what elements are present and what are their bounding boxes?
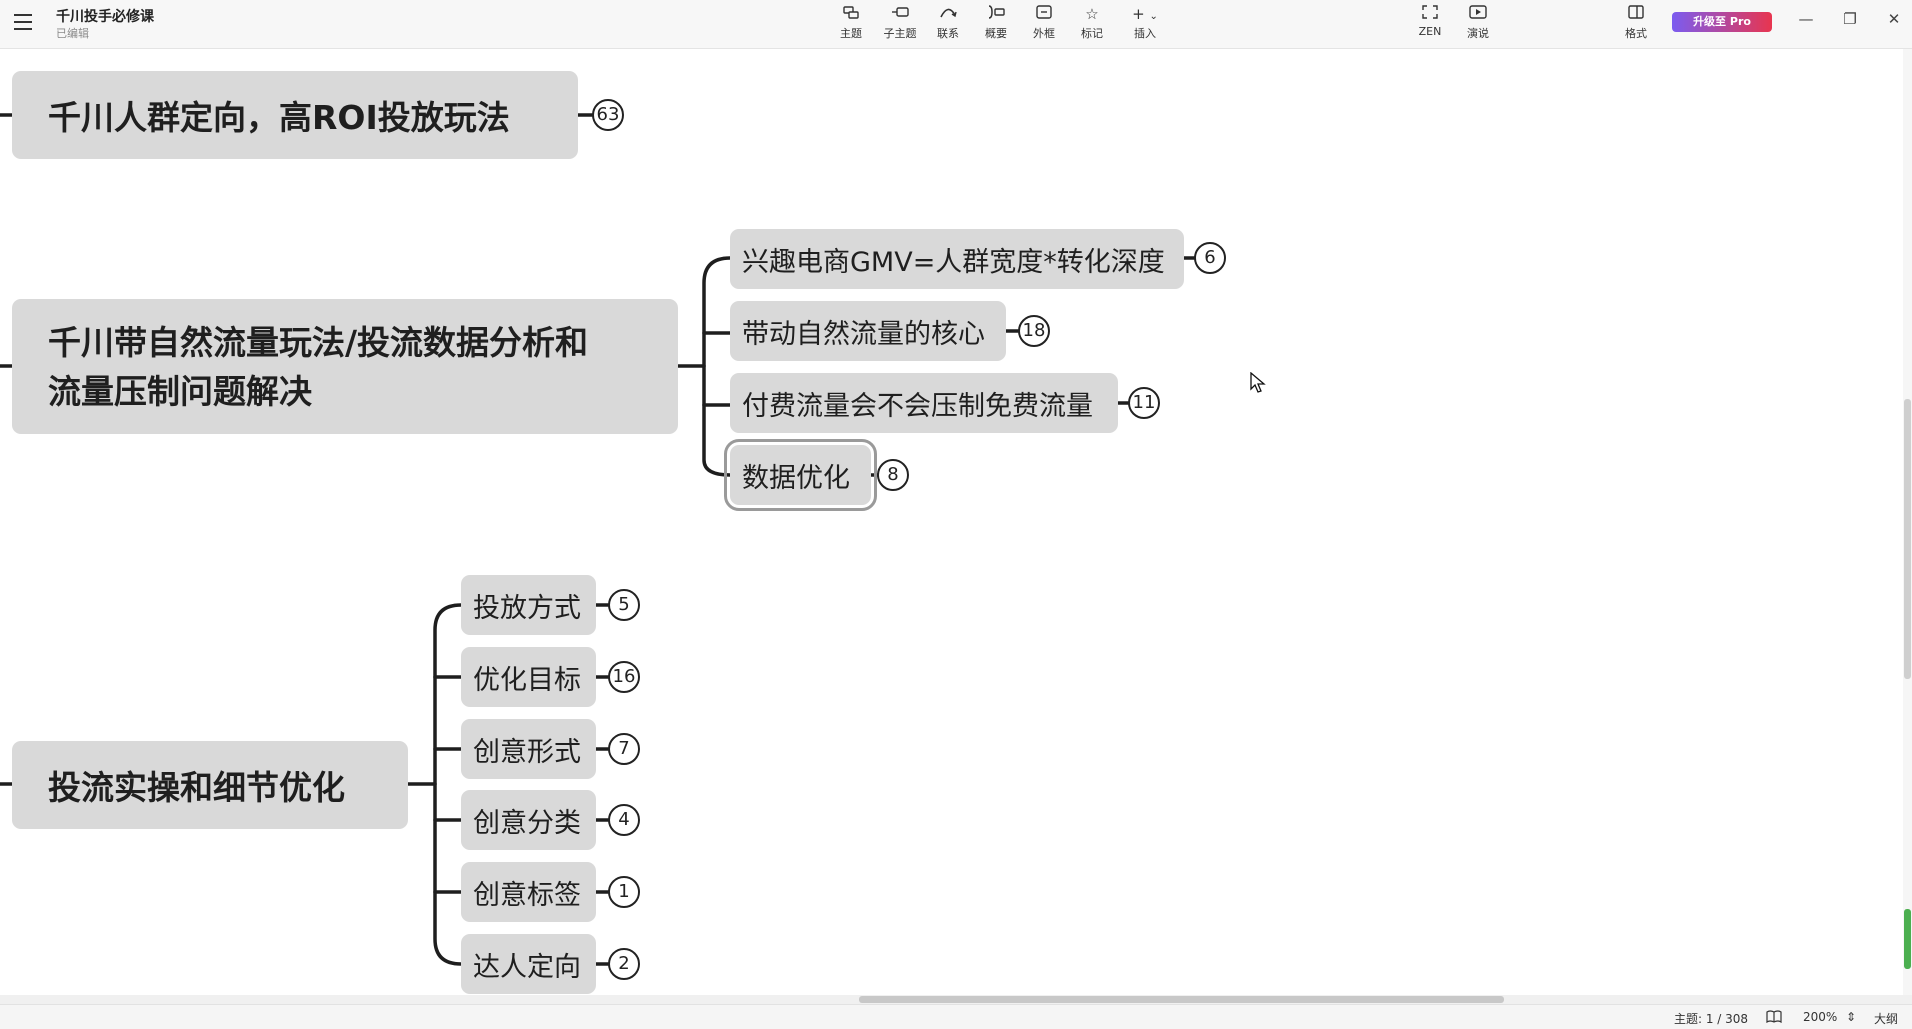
subtopic-label: 带动自然流量的核心 [742,318,985,350]
toolbar-subtopic-button[interactable]: 子主题 [878,5,922,41]
topic-label: 千川人群定向，高ROI投放玩法 [48,98,510,137]
toolbar-label: 子主题 [883,27,917,40]
present-button[interactable]: 演说 [1456,5,1500,41]
subtopic-label: 达人定向 [473,951,581,983]
toolbar-topic-button[interactable]: 主题 [829,5,873,41]
zen-mode-button[interactable]: ZEN [1408,5,1452,38]
subtopic-label: 兴趣电商GMV=人群宽度*转化深度 [742,246,1165,278]
toolbar-label: 外框 [1033,27,1055,40]
collapsed-count-badge[interactable]: 63 [592,99,624,131]
plus-icon: + [1132,5,1145,23]
status-bar: 主题: 1 / 308 200% ⇕ 大纲 [0,1004,1912,1029]
topic-icon [829,5,873,23]
collapsed-count-badge[interactable]: 11 [1128,387,1160,419]
toolbar-marker-button[interactable]: ☆ 标记 [1070,5,1114,41]
close-icon[interactable]: ✕ [1879,10,1909,28]
main-topic-execution-optimization[interactable]: 投流实操和细节优化 [12,741,408,829]
horizontal-scroll-thumb[interactable] [859,996,1504,1003]
subtopic-icon [878,5,922,23]
subtopic-label: 付费流量会不会压制免费流量 [742,390,1093,422]
subtopic-creative-format[interactable]: 创意形式 [461,719,596,779]
subtopic-optimization-goal[interactable]: 优化目标 [461,647,596,707]
subtopic-paid-vs-free-traffic[interactable]: 付费流量会不会压制免费流量 [730,373,1118,433]
restore-icon[interactable]: ❐ [1835,10,1865,28]
subtopic-label: 创意分类 [473,807,581,839]
chevron-down-icon: ⌄ [1149,11,1158,22]
toolbar-summary-button[interactable]: 概要 [974,5,1018,41]
summary-icon [974,5,1018,23]
document-title[interactable]: 千川投手必修课 [56,6,154,26]
relationship-icon [926,5,970,23]
collapsed-count-badge[interactable]: 4 [608,804,640,836]
toolbar-label: 主题 [840,27,862,40]
toolbar-label: 插入 [1134,27,1156,40]
toolbar-label: 标记 [1081,27,1103,40]
zoom-level[interactable]: 200% [1803,1010,1837,1024]
main-topic-natural-traffic[interactable]: 千川带自然流量玩法/投流数据分析和 流量压制问题解决 [12,299,678,434]
topic-label-line1: 千川带自然流量玩法/投流数据分析和 [48,322,589,362]
main-topic-roi-targeting[interactable]: 千川人群定向，高ROI投放玩法 [12,71,578,159]
subtopic-label: 优化目标 [473,664,581,696]
horizontal-scrollbar[interactable] [0,995,1912,1004]
minimize-icon[interactable]: — [1791,10,1821,28]
toolbar-relationship-button[interactable]: 联系 [926,5,970,41]
scroll-position-marker [1904,909,1911,969]
collapsed-count-badge[interactable]: 5 [608,589,640,621]
topic-label: 投流实操和细节优化 [48,768,345,807]
branch-connectors [0,113,1196,966]
subtopic-delivery-method[interactable]: 投放方式 [461,575,596,635]
present-label: 演说 [1467,27,1489,40]
subtopic-natural-traffic-core[interactable]: 带动自然流量的核心 [730,301,1006,361]
collapsed-count-badge[interactable]: 7 [608,733,640,765]
mouse-pointer-icon [1250,372,1266,393]
toolbar-insert-button[interactable]: + ⌄ 插入 [1122,5,1168,41]
boundary-icon [1022,5,1066,23]
save-status: 已编辑 [56,27,89,40]
subtopic-creative-category[interactable]: 创意分类 [461,790,596,850]
subtopic-label: 创意标签 [473,879,581,911]
vertical-scrollbar[interactable] [1903,49,1912,995]
collapsed-count-badge[interactable]: 2 [608,948,640,980]
upgrade-pro-button[interactable]: 升级至 Pro [1672,12,1772,32]
subtopic-label: 数据优化 [742,462,850,494]
toolbar-boundary-button[interactable]: 外框 [1022,5,1066,41]
mindmap-canvas[interactable]: 千川人群定向，高ROI投放玩法 63 千川带自然流量玩法/投流数据分析和 流量压… [0,49,1896,995]
collapsed-count-badge[interactable]: 16 [608,661,640,693]
subtopic-label: 投放方式 [473,592,581,624]
star-icon: ☆ [1085,5,1099,23]
toolbar-label: 联系 [937,27,959,40]
fullscreen-icon [1408,5,1452,23]
subtopic-gmv-formula[interactable]: 兴趣电商GMV=人群宽度*转化深度 [730,229,1184,289]
subtopic-creative-tag[interactable]: 创意标签 [461,862,596,922]
subtopic-data-optimization[interactable]: 数据优化 [724,439,877,511]
collapsed-count-badge[interactable]: 1 [608,876,640,908]
vertical-scroll-thumb[interactable] [1904,399,1911,679]
outline-view-button[interactable]: 大纲 [1874,1010,1898,1027]
toolbar-label: 概要 [985,27,1007,40]
panel-icon [1614,5,1658,23]
top-toolbar: 千川投手必修课 已编辑 主题 子主题 联系 概要 外框 ☆ 标记 + ⌄ 插入 … [0,0,1912,49]
hamburger-menu-icon[interactable] [14,14,32,30]
play-icon [1456,5,1500,23]
zen-label: ZEN [1418,25,1442,38]
collapsed-count-badge[interactable]: 6 [1194,242,1226,274]
book-icon[interactable] [1766,1010,1782,1026]
collapsed-count-badge[interactable]: 18 [1018,315,1050,347]
subtopic-influencer-targeting[interactable]: 达人定向 [461,934,596,994]
topic-counter: 主题: 1 / 308 [1674,1012,1749,1026]
format-label: 格式 [1625,27,1647,40]
zoom-stepper-icon[interactable]: ⇕ [1846,1010,1856,1024]
subtopic-label: 创意形式 [473,736,581,768]
format-panel-button[interactable]: 格式 [1614,5,1658,41]
topic-label-line2: 流量压制问题解决 [48,371,312,411]
collapsed-count-badge[interactable]: 8 [877,459,909,491]
